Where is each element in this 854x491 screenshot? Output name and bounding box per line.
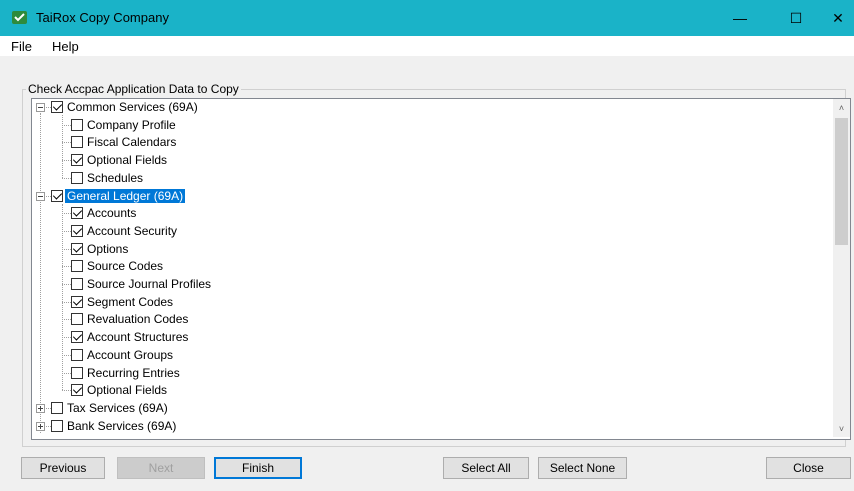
collapse-icon[interactable] [36, 103, 45, 112]
tree-connector [62, 319, 71, 321]
tree-item-label: Optional Fields [87, 383, 168, 398]
window-title: TaiRox Copy Company [36, 10, 169, 25]
tree-connector [62, 301, 71, 303]
tree-connector [62, 115, 63, 178]
tree-item-label: Source Journal Profiles [87, 277, 212, 291]
tree-group-label: General Ledger (69A) [65, 188, 186, 203]
tree-item-row[interactable]: Source Journal Profiles [32, 276, 822, 292]
item-checkbox[interactable] [71, 118, 83, 131]
finish-button[interactable]: Finish [214, 457, 302, 479]
group-checkbox[interactable] [51, 419, 63, 432]
tree-connector [62, 372, 71, 374]
tree-group-label: Tax Services (69A) [67, 400, 168, 415]
app-logo-icon [12, 11, 27, 24]
item-checkbox[interactable] [71, 224, 83, 237]
group-checkbox[interactable] [51, 401, 63, 414]
tree-item-label: Account Structures [87, 330, 189, 345]
tree-item-row[interactable]: Revaluation Codes [32, 311, 822, 327]
tree-item-row[interactable]: Company Profile [32, 117, 822, 133]
tree-item-row[interactable]: Optional Fields [32, 152, 822, 168]
group-checkbox[interactable] [51, 189, 63, 202]
item-checkbox[interactable] [71, 207, 83, 220]
previous-button[interactable]: Previous [21, 457, 105, 479]
vertical-scrollbar[interactable]: ˄ ˅ [833, 99, 850, 437]
tree-item-row[interactable]: Account Security [32, 223, 822, 239]
tree-item-label: Accounts [87, 206, 137, 221]
close-button[interactable]: Close [766, 457, 851, 479]
tree-item-label: Schedules [87, 170, 144, 185]
tree-connector [62, 124, 71, 126]
tree-item-label: Source Codes [87, 259, 164, 274]
tree-connector [62, 160, 71, 162]
tree-group-label: Common Services (69A) [67, 100, 198, 114]
tree-item-label: Segment Codes [87, 294, 174, 309]
item-checkbox[interactable] [71, 295, 83, 308]
tree-group-row[interactable]: Bank Services (69A) [32, 418, 822, 434]
tree-item-label: Revaluation Codes [87, 312, 189, 327]
tree-item-row[interactable]: Optional Fields [32, 382, 822, 398]
tree-connector [62, 203, 63, 391]
tree-group-label: Bank Services (69A) [67, 418, 177, 433]
tree-item-label: Options [87, 241, 129, 256]
tree-connector [62, 213, 71, 215]
select-all-button[interactable]: Select All [443, 457, 529, 479]
tree-connector [62, 284, 71, 285]
maximize-button[interactable]: ☐ [773, 0, 819, 36]
item-checkbox[interactable] [71, 154, 83, 167]
item-checkbox[interactable] [71, 171, 83, 184]
title-bar: TaiRox Copy Company — ☐ ✕ [0, 0, 854, 36]
tree-item-row[interactable]: Schedules [32, 170, 822, 186]
tree-item-label: Optional Fields [87, 153, 168, 168]
tree-item-row[interactable]: Segment Codes [32, 294, 822, 310]
tree-item-label: Company Profile [87, 117, 176, 132]
menu-file[interactable]: File [11, 39, 32, 54]
tree-item-row[interactable]: Accounts [32, 205, 822, 221]
tree-connector [62, 337, 71, 339]
select-none-button[interactable]: Select None [538, 457, 627, 479]
tree-connector [62, 248, 71, 250]
tree-connector [62, 230, 71, 232]
tree-item-row[interactable]: Options [32, 241, 822, 257]
tree-group-row[interactable]: Common Services (69A) [32, 99, 822, 115]
item-checkbox[interactable] [71, 313, 83, 326]
minimize-button[interactable]: — [717, 0, 763, 36]
tree-item-label: Recurring Entries [87, 365, 180, 380]
tree-group-row[interactable]: General Ledger (69A) [32, 188, 822, 204]
item-checkbox[interactable] [71, 384, 83, 397]
item-checkbox[interactable] [71, 136, 83, 149]
tree-connector [62, 266, 71, 268]
item-checkbox[interactable] [71, 331, 83, 344]
tree-item-row[interactable]: Source Codes [32, 258, 822, 274]
expand-icon[interactable] [36, 421, 45, 431]
close-window-button[interactable]: ✕ [815, 0, 854, 36]
item-checkbox[interactable] [71, 366, 83, 379]
scroll-up-icon[interactable]: ˄ [833, 99, 850, 116]
tree-connector [62, 354, 71, 356]
tree-connector [62, 177, 71, 179]
menu-help[interactable]: Help [52, 39, 79, 54]
tree-connector [62, 142, 71, 144]
group-checkbox[interactable] [51, 101, 63, 113]
tree-item-row[interactable]: Fiscal Calendars [32, 134, 822, 150]
expand-icon[interactable] [36, 403, 45, 413]
tree-group-row[interactable]: Tax Services (69A) [32, 400, 822, 416]
application-data-tree[interactable]: ˄ ˅ Common Services (69A) Company Profile… [31, 98, 851, 440]
item-checkbox[interactable] [71, 260, 83, 273]
item-checkbox[interactable] [71, 348, 83, 361]
scroll-down-icon[interactable]: ˅ [833, 420, 850, 437]
tree-item-row[interactable]: Account Structures [32, 329, 822, 345]
tree-item-row[interactable]: Recurring Entries [32, 365, 822, 381]
item-checkbox[interactable] [71, 242, 83, 255]
next-button[interactable]: Next [117, 457, 205, 479]
tree-item-label: Fiscal Calendars [87, 135, 177, 150]
menu-bar: File Help [0, 36, 854, 56]
group-label: Check Accpac Application Data to Copy [26, 82, 241, 96]
tree-item-label: Account Groups [87, 347, 174, 362]
tree-connector [62, 390, 71, 392]
collapse-icon[interactable] [36, 191, 45, 201]
tree-item-row[interactable]: Account Groups [32, 347, 822, 363]
scroll-thumb[interactable] [835, 118, 848, 245]
tree-item-label: Account Security [87, 223, 178, 238]
item-checkbox[interactable] [71, 278, 83, 290]
